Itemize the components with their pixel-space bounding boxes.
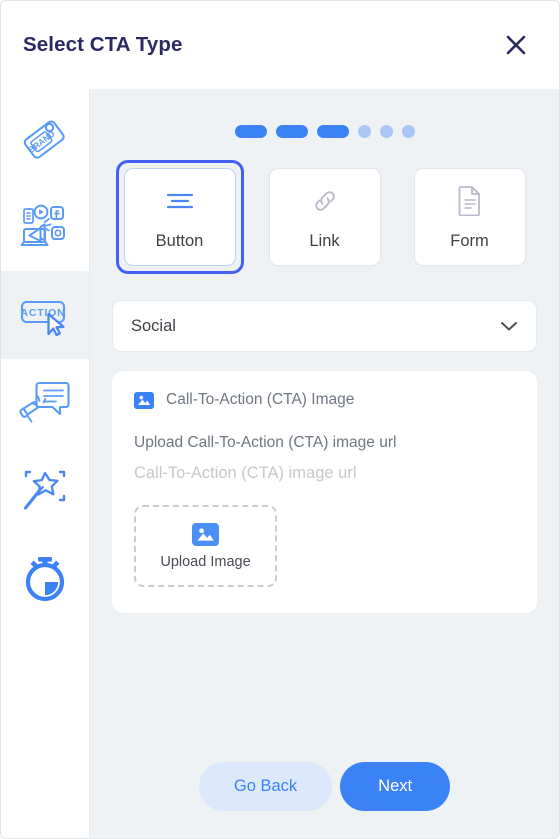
modal-header: Select CTA Type — [1, 1, 559, 89]
next-button[interactable]: Next — [340, 762, 451, 811]
document-form-icon — [457, 184, 483, 218]
step-dot-2[interactable] — [275, 125, 308, 138]
image-upload-icon — [192, 522, 219, 546]
cta-option-label: Link — [309, 231, 340, 250]
cta-image-url-input[interactable] — [134, 464, 515, 483]
step-dot-1[interactable] — [234, 125, 267, 138]
cta-image-card: Call-To-Action (CTA) Image Upload Call-T… — [112, 371, 537, 613]
step-dot-5[interactable] — [379, 125, 393, 138]
main-content: Button Link Form Social Call-To-Action (… — [90, 89, 559, 838]
cta-option-label: Button — [155, 231, 204, 250]
cta-option-button[interactable]: Button — [115, 160, 244, 274]
modal-footer: Go Back Next — [90, 762, 559, 838]
modal-body: BRAND ACTION Button Link Form Social Cal… — [1, 89, 559, 838]
upload-image-label: Upload Image — [160, 553, 251, 570]
cta-option-form[interactable]: Form — [406, 160, 534, 274]
cta-option-label: Form — [450, 231, 489, 250]
cta-image-header: Call-To-Action (CTA) Image — [134, 391, 515, 409]
step-dot-4[interactable] — [357, 125, 371, 138]
magic-wand-icon — [17, 463, 73, 519]
menu-lines-icon — [163, 184, 197, 218]
digital-marketing-icon — [17, 199, 73, 255]
go-back-button[interactable]: Go Back — [198, 762, 333, 811]
brand-tag-icon: BRAND — [17, 111, 73, 167]
cta-image-upload-label: Upload Call-To-Action (CTA) image url — [134, 434, 397, 451]
megaphone-speech-bubble-icon — [17, 375, 73, 431]
svg-text:ACTION: ACTION — [20, 307, 65, 319]
step-dot-6[interactable] — [401, 125, 415, 138]
cta-image-section-label: Call-To-Action (CTA) Image — [166, 391, 355, 408]
stopwatch-icon — [17, 551, 73, 607]
image-icon — [134, 391, 154, 409]
chevron-down-icon — [500, 320, 518, 332]
category-select-value: Social — [131, 316, 176, 335]
upload-image-dropzone[interactable]: Upload Image — [134, 505, 277, 587]
close-icon[interactable] — [499, 28, 533, 62]
sidebar-item-brand[interactable]: BRAND — [1, 95, 89, 183]
progress-steps — [90, 89, 559, 160]
page-title: Select CTA Type — [23, 33, 183, 56]
cta-option-link[interactable]: Link — [261, 160, 389, 274]
cta-type-options: Button Link Form — [90, 160, 559, 274]
category-select[interactable]: Social — [112, 300, 537, 352]
sidebar-item-marketing[interactable] — [1, 183, 89, 271]
sidebar-item-announcement[interactable] — [1, 359, 89, 447]
sidebar-item-action[interactable]: ACTION — [1, 271, 89, 359]
sidebar: BRAND ACTION — [1, 89, 90, 838]
sidebar-item-timer[interactable] — [1, 535, 89, 623]
step-dot-3[interactable] — [316, 125, 349, 138]
select-cta-type-modal: Select CTA Type BRAND ACTION Button Link… — [0, 0, 560, 839]
chain-link-icon — [310, 184, 340, 218]
action-button-cursor-icon: ACTION — [17, 287, 73, 343]
sidebar-item-magic[interactable] — [1, 447, 89, 535]
